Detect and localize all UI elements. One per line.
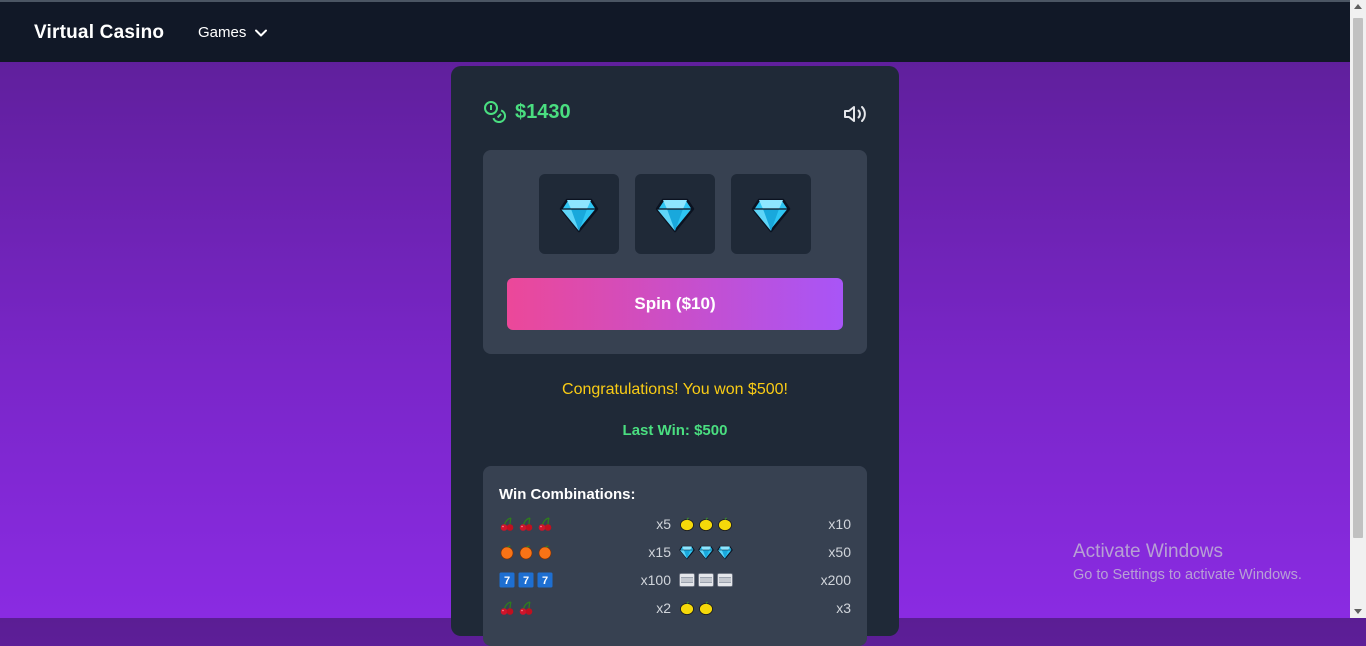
combo-multiplier: x100 [640,572,671,588]
balance-amount: $1430 [515,100,571,123]
brand-logo[interactable]: Virtual Casino [34,22,164,44]
top-nav: Virtual Casino Games [0,0,1350,62]
combo-multiplier: x5 [656,516,671,532]
combo-item: 7 7 7 x100 [499,570,671,590]
win-combinations-title: Win Combinations: [499,486,636,503]
balance-display: $1430 [483,100,571,124]
win-combinations-panel: Win Combinations: x5 x10 x15 x50 7 7 7 x… [483,466,867,646]
svg-text:7: 7 [542,575,548,587]
cherry-icon [518,516,534,532]
combo-symbols: 7 7 7 [499,572,553,588]
combo-symbols [679,600,714,616]
bar-icon [679,572,695,588]
reel-1 [539,174,619,254]
combo-symbols [499,516,553,532]
cherry-icon [499,516,515,532]
scroll-thumb[interactable] [1353,18,1363,538]
combo-symbols [499,600,534,616]
watermark-title: Activate Windows [1073,541,1223,562]
lemon-icon [679,516,695,532]
diamond-icon [679,544,695,560]
volume-icon [844,106,866,122]
seven-icon: 7 [537,572,553,588]
scroll-down-icon[interactable] [1354,609,1362,614]
combo-multiplier: x3 [836,600,851,616]
seven-icon: 7 [518,572,534,588]
win-message: Congratulations! You won $500! [562,381,788,398]
combo-item: x15 [499,542,671,562]
combo-symbols [679,572,733,588]
combo-item: x2 [499,598,671,618]
orange-icon [518,544,534,560]
combo-item: x5 [499,514,671,534]
coins-icon [484,101,506,123]
combo-multiplier: x2 [656,600,671,616]
combo-item: x10 [679,514,851,534]
orange-icon [537,544,553,560]
diamond-icon [717,544,733,560]
page-scrollbar[interactable] [1350,0,1366,618]
reel-panel: Spin ($10) [483,150,867,354]
chevron-down-icon [255,29,268,36]
windows-activation-watermark: Activate Windows Go to Settings to activ… [1073,541,1302,583]
cherry-icon [537,516,553,532]
combo-symbols [679,544,733,560]
combo-row: 7 7 7 x100 x200 [499,570,851,590]
games-menu[interactable]: Games [198,24,268,41]
spin-button[interactable]: Spin ($10) [507,278,843,330]
orange-icon [499,544,515,560]
lemon-icon [717,516,733,532]
lemon-icon [698,600,714,616]
svg-text:7: 7 [504,575,510,587]
cherry-icon [499,600,515,616]
combo-item: x50 [679,542,851,562]
combo-symbols [679,516,733,532]
bar-icon [717,572,733,588]
combo-row: x15 x50 [499,542,851,562]
reel-3 [731,174,811,254]
combo-multiplier: x15 [648,544,671,560]
diamond-icon [751,194,791,234]
combo-row: x2 x3 [499,598,851,618]
diamond-icon [698,544,714,560]
combo-symbols [499,544,553,560]
seven-icon: 7 [499,572,515,588]
games-menu-label: Games [198,24,247,41]
lemon-icon [698,516,714,532]
combo-multiplier: x50 [828,544,851,560]
last-win: Last Win: $500 [622,422,728,439]
svg-text:7: 7 [523,575,529,587]
watermark-subtitle: Go to Settings to activate Windows. [1073,567,1302,583]
bar-icon [698,572,714,588]
scroll-up-icon[interactable] [1354,4,1362,9]
diamond-icon [655,194,695,234]
combo-item: x200 [679,570,851,590]
combo-row: x5 x10 [499,514,851,534]
combo-item: x3 [679,598,851,618]
reel-2 [635,174,715,254]
combo-multiplier: x200 [820,572,851,588]
slot-machine-card: $1430 Spin ($10) Congratulations! You wo… [451,66,899,646]
combo-multiplier: x10 [828,516,851,532]
diamond-icon [559,194,599,234]
reels [539,174,811,254]
cherry-icon [518,600,534,616]
lemon-icon [679,600,695,616]
sound-toggle[interactable] [843,102,867,131]
